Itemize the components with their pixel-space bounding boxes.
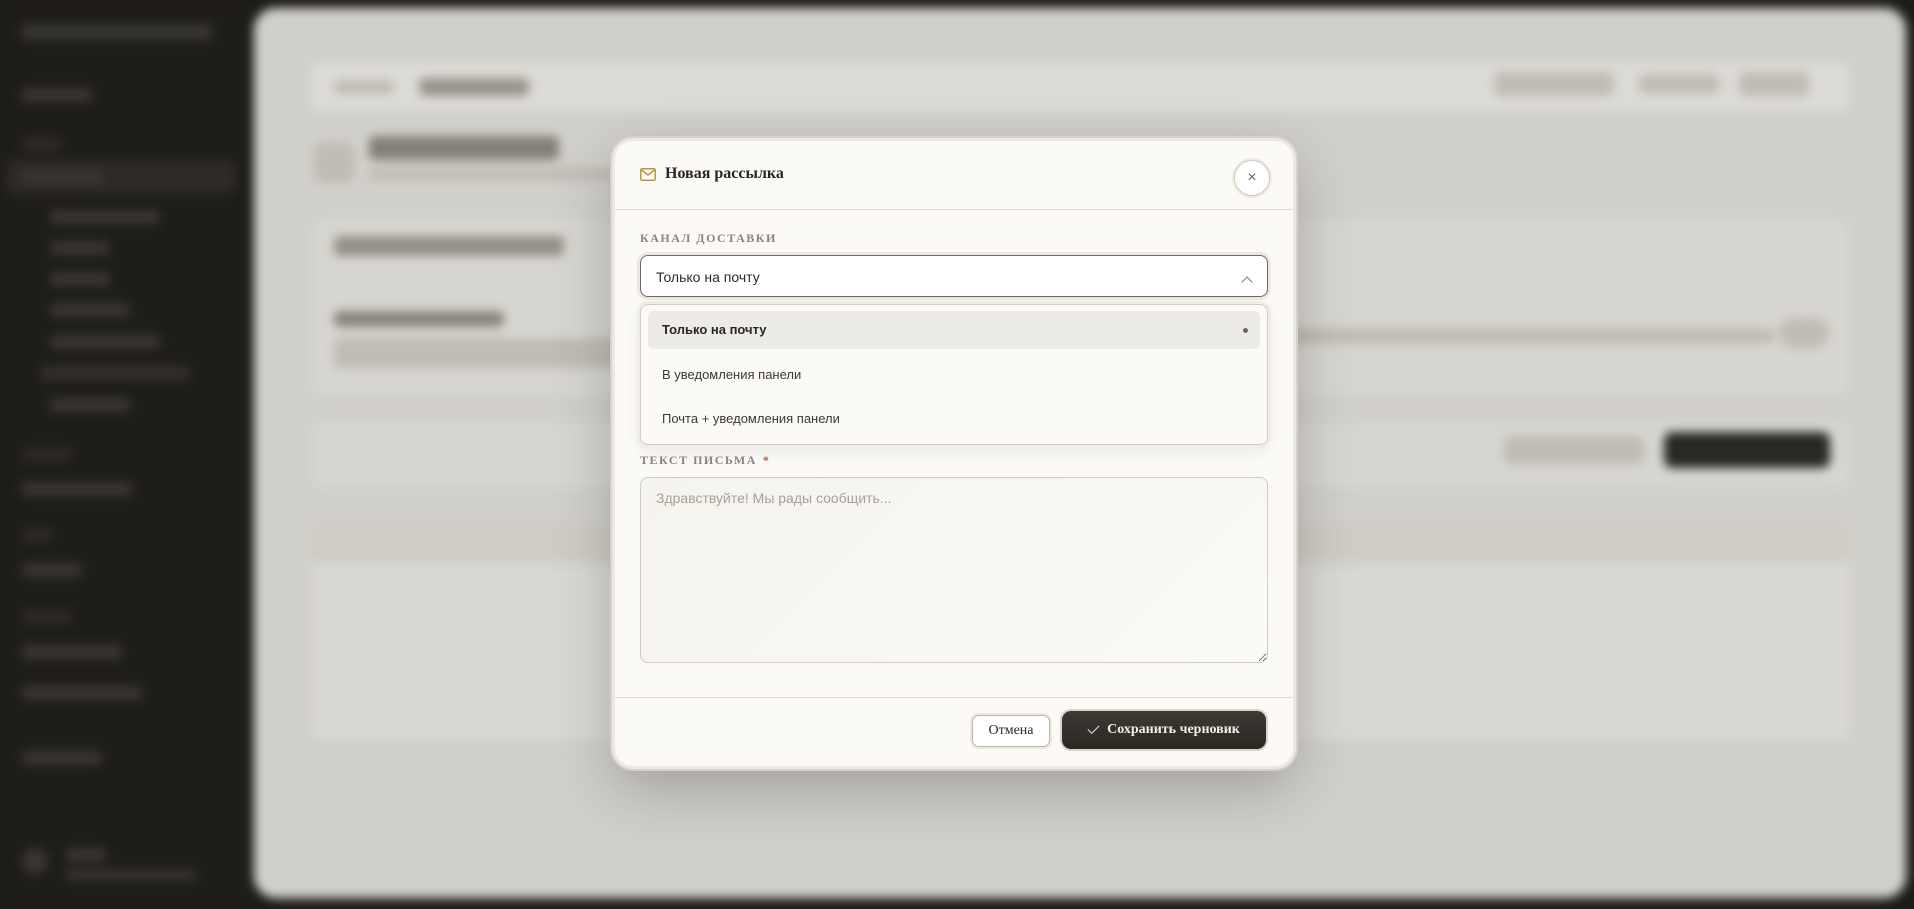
channel-option-email-panel[interactable]: Почта + уведомления панели xyxy=(648,400,1260,438)
dialog-footer: Отмена Сохранить черновик xyxy=(615,697,1293,766)
channel-option-panel[interactable]: В уведомления панели xyxy=(648,356,1260,394)
cancel-button[interactable]: Отмена xyxy=(972,715,1050,747)
channel-dropdown: Только на почту В уведомления панели Поч… xyxy=(640,304,1268,445)
close-icon: × xyxy=(1247,169,1257,186)
dialog-header: Новая рассылка × xyxy=(615,141,1293,210)
option-label: В уведомления панели xyxy=(662,367,802,382)
channel-select-value: Только на почту xyxy=(656,269,760,285)
save-draft-button[interactable]: Сохранить черновик xyxy=(1062,711,1266,749)
dialog-title: Новая рассылка xyxy=(665,165,784,182)
chevron-up-icon xyxy=(1241,276,1253,288)
channel-option-email-only[interactable]: Только на почту xyxy=(648,311,1260,349)
required-mark: * xyxy=(762,453,771,467)
option-label: Почта + уведомления панели xyxy=(662,411,840,426)
new-mailing-dialog: Новая рассылка × КАНАЛ ДОСТАВКИ Только н… xyxy=(615,141,1293,766)
body-label: ТЕКСТ ПИСЬМА * xyxy=(640,453,771,467)
selected-dot-icon xyxy=(1243,328,1248,333)
channel-label: КАНАЛ ДОСТАВКИ xyxy=(640,231,777,245)
mail-icon xyxy=(640,168,656,181)
check-icon xyxy=(1087,721,1100,735)
channel-select[interactable]: Только на почту xyxy=(640,255,1268,297)
close-button[interactable]: × xyxy=(1234,160,1270,196)
option-label: Только на почту xyxy=(662,322,767,337)
message-body-textarea[interactable] xyxy=(640,477,1268,663)
save-draft-label: Сохранить черновик xyxy=(1107,722,1240,737)
